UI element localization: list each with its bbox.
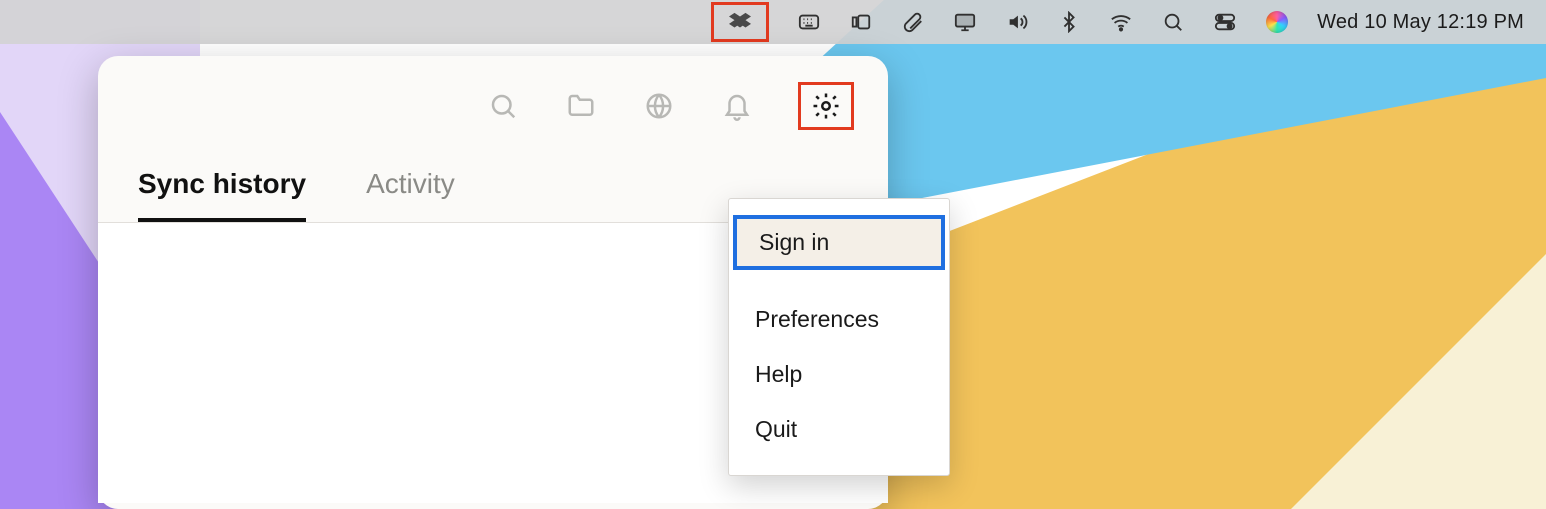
popover-toolbar	[98, 56, 888, 140]
settings-menu: Sign in Preferences Help Quit	[728, 198, 950, 476]
wifi-icon[interactable]	[1109, 10, 1133, 34]
volume-icon[interactable]	[1005, 10, 1029, 34]
keyboard-viewer-icon[interactable]	[797, 10, 821, 34]
macos-menubar: Wed 10 May 12:19 PM	[0, 0, 1546, 44]
menu-item-quit[interactable]: Quit	[729, 402, 949, 457]
globe-icon[interactable]	[642, 89, 676, 123]
paperclip-icon[interactable]	[901, 10, 925, 34]
dropbox-icon[interactable]	[728, 10, 752, 34]
siri-icon[interactable]	[1265, 10, 1289, 34]
menubar-clock[interactable]: Wed 10 May 12:19 PM	[1317, 11, 1524, 34]
bluetooth-icon[interactable]	[1057, 10, 1081, 34]
display-icon[interactable]	[953, 10, 977, 34]
menu-item-preferences[interactable]: Preferences	[729, 292, 949, 347]
spotlight-icon[interactable]	[1161, 10, 1185, 34]
control-center-icon[interactable]	[1213, 10, 1237, 34]
dropbox-menubar-highlight	[711, 2, 769, 42]
tab-activity[interactable]: Activity	[366, 168, 455, 222]
dropbox-popover: Sync history Activity Sign in Preference…	[98, 56, 888, 509]
menu-item-sign-in[interactable]: Sign in	[733, 215, 945, 270]
folder-icon[interactable]	[564, 89, 598, 123]
gear-button-highlight	[798, 82, 854, 130]
gear-icon[interactable]	[809, 89, 843, 123]
tab-sync-history[interactable]: Sync history	[138, 168, 306, 222]
bell-icon[interactable]	[720, 89, 754, 123]
search-icon[interactable]	[486, 89, 520, 123]
focus-icon[interactable]	[849, 10, 873, 34]
menu-item-help[interactable]: Help	[729, 347, 949, 402]
